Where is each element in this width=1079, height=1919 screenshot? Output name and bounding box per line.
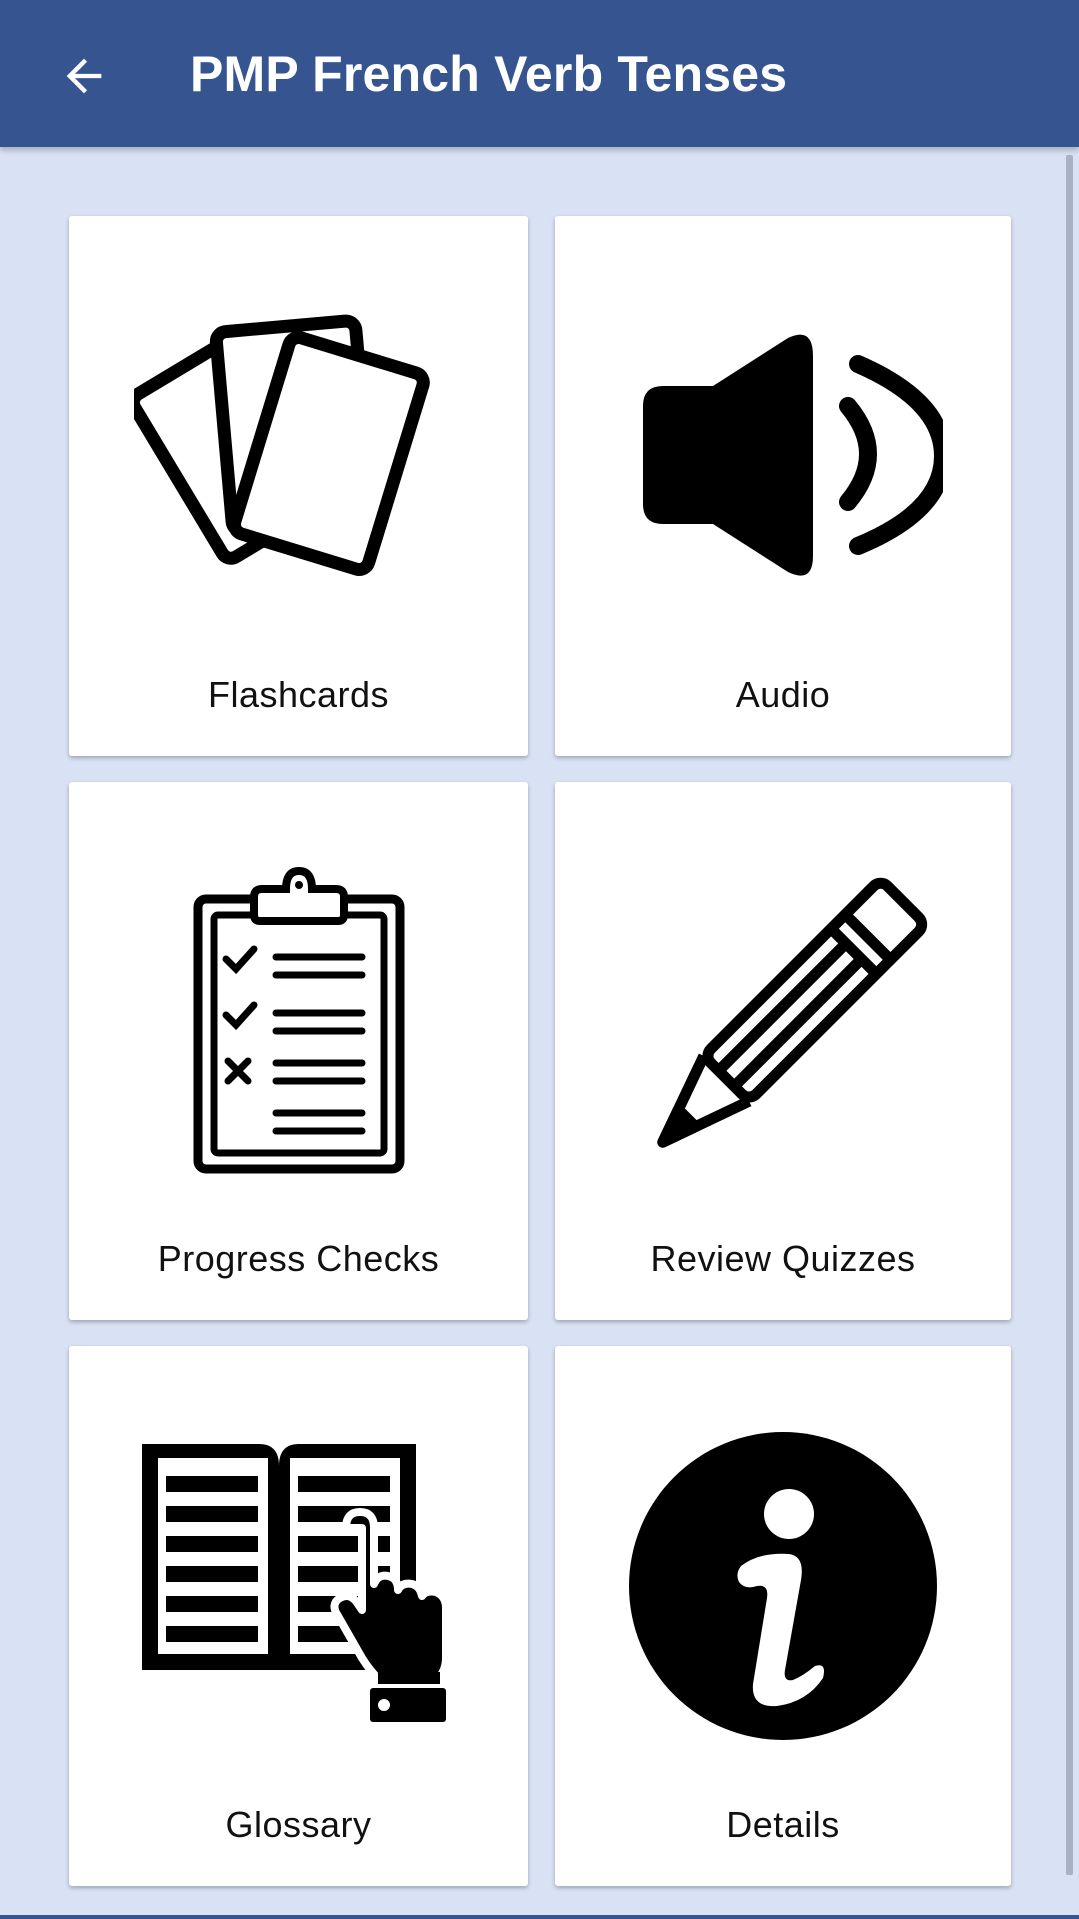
scrollbar[interactable]: [1066, 155, 1073, 1875]
speaker-icon: [643, 334, 943, 576]
back-button[interactable]: [52, 44, 116, 108]
bottom-edge: [0, 1915, 1079, 1919]
review-quizzes-tile[interactable]: Review Quizzes: [555, 782, 1011, 1320]
clipboard-checklist-icon: [193, 867, 404, 1174]
review-quizzes-label: Review Quizzes: [650, 1238, 916, 1279]
pencil-icon: [657, 877, 928, 1148]
glossary-tile[interactable]: Glossary: [69, 1346, 528, 1886]
arrow-left-icon: [66, 58, 102, 94]
menu-grid: Flashcards Audio Progress Checks Review …: [69, 216, 1011, 1886]
details-tile[interactable]: Details: [555, 1346, 1011, 1886]
flashcards-label: Flashcards: [207, 674, 390, 715]
flashcards-tile[interactable]: Flashcards: [69, 216, 528, 756]
audio-label: Audio: [735, 674, 831, 715]
details-label: Details: [726, 1804, 840, 1845]
progress-checks-label: Progress Checks: [157, 1238, 440, 1279]
flashcards-icon: [133, 314, 430, 576]
info-icon: [629, 1432, 937, 1740]
book-pointer-icon: [141, 1444, 450, 1722]
glossary-label: Glossary: [225, 1804, 372, 1845]
progress-checks-tile[interactable]: Progress Checks: [69, 782, 528, 1320]
audio-tile[interactable]: Audio: [555, 216, 1011, 756]
app-bar: PMP French Verb Tenses: [0, 0, 1079, 147]
page-title: PMP French Verb Tenses: [190, 46, 788, 102]
